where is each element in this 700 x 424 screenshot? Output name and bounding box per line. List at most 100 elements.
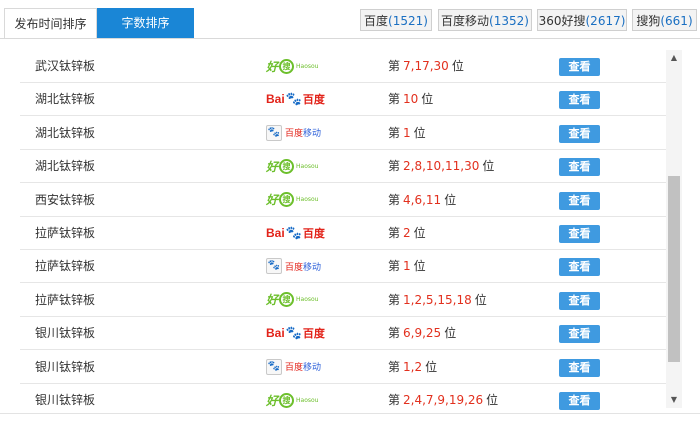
keyword: 银川钛锌板 bbox=[35, 393, 96, 407]
tab-bar: 发布时间排序 字数排序 百度(1521) 百度移动(1352) 360好搜(26… bbox=[0, 0, 700, 40]
keyword: 拉萨钛锌板 bbox=[35, 292, 96, 307]
rank-numbers: 6,9,25 bbox=[403, 326, 442, 341]
table-row: 拉萨钛锌板 🐾 百度移动 第1位 查看 bbox=[0, 250, 666, 284]
rank-positions: 第1位 bbox=[388, 250, 426, 283]
baidu-mobile-logo-icon: 🐾 百度移动 bbox=[266, 258, 322, 275]
rank-prefix: 第 bbox=[388, 192, 401, 207]
keyword: 拉萨钛锌板 bbox=[35, 226, 96, 240]
view-button[interactable]: 查看 bbox=[559, 291, 600, 310]
view-button[interactable]: 查看 bbox=[559, 358, 600, 377]
rank-numbers: 2,4,7,9,19,26 bbox=[403, 393, 484, 407]
tab-publish-time-sort[interactable]: 发布时间排序 bbox=[4, 8, 97, 38]
rank-prefix: 第 bbox=[388, 359, 401, 374]
rank-suffix: 位 bbox=[421, 92, 434, 107]
rank-prefix: 第 bbox=[388, 159, 401, 174]
scroll-up-arrow-icon[interactable]: ▲ bbox=[666, 50, 682, 66]
table-row: 拉萨钛锌板 Bai 🐾 百度 第2位 查看 bbox=[0, 217, 666, 250]
rank-prefix: 第 bbox=[388, 226, 401, 240]
divider bbox=[0, 38, 700, 39]
table-row: 拉萨钛锌板 好搜 Haosou 第 1,2,5,15,18 位 查看 bbox=[0, 284, 666, 317]
engine-label: 搜狗 bbox=[636, 14, 661, 28]
haosou-logo-icon: 好搜 Haosou bbox=[266, 292, 319, 308]
haosou-logo-icon: 好搜 Haosou bbox=[266, 58, 319, 74]
rank-suffix: 位 bbox=[444, 326, 457, 341]
rank-positions: 第 10 位 bbox=[388, 83, 433, 116]
scrollbar-thumb[interactable] bbox=[668, 176, 680, 362]
table-row: 银川钛锌板 好搜 Haosou 第 2,4,7,9,19,26 位 查看 bbox=[0, 384, 666, 410]
view-button[interactable]: 查看 bbox=[559, 158, 600, 177]
keyword: 湖北钛锌板 bbox=[35, 92, 96, 107]
rank-prefix: 第 bbox=[388, 59, 401, 73]
baidu-mobile-logo-icon: 🐾 百度移动 bbox=[266, 358, 322, 375]
table-row: 西安钛锌板 好搜 Haosou 第 4,6,11 位 查看 bbox=[0, 184, 666, 217]
engine-filter-baidu[interactable]: 百度(1521) bbox=[360, 9, 432, 31]
baidu-logo-icon: Bai 🐾 百度 bbox=[266, 91, 325, 107]
keyword: 湖北钛锌板 bbox=[35, 125, 96, 140]
view-button[interactable]: 查看 bbox=[559, 225, 600, 243]
rank-suffix: 位 bbox=[486, 393, 499, 407]
rank-prefix: 第 bbox=[388, 259, 401, 274]
rank-numbers: 1 bbox=[403, 125, 411, 140]
rank-suffix: 位 bbox=[482, 159, 495, 174]
engine-count: (661) bbox=[660, 14, 693, 28]
rank-numbers: 2,8,10,11,30 bbox=[403, 159, 480, 174]
rank-numbers: 7,17,30 bbox=[403, 59, 449, 73]
engine-count: (1352) bbox=[489, 14, 529, 28]
rank-positions: 第 2,4,7,9,19,26 位 bbox=[388, 384, 498, 410]
ranking-list: 武汉钛锌板 好搜 Haosou 第 7,17,30 位 查看 湖北钛锌板 Bai 🐾 百度… bbox=[0, 48, 666, 410]
view-button[interactable]: 查看 bbox=[559, 258, 600, 277]
view-button[interactable]: 查看 bbox=[559, 124, 600, 143]
rank-positions: 第 2,8,10,11,30 位 bbox=[388, 150, 494, 183]
table-row: 湖北钛锌板 Bai 🐾 百度 第 10 位 查看 bbox=[0, 83, 666, 117]
rank-numbers: 1,2 bbox=[403, 359, 423, 374]
baidu-logo-icon: Bai 🐾 百度 bbox=[266, 325, 325, 341]
rank-suffix: 位 bbox=[413, 226, 426, 240]
view-button[interactable]: 查看 bbox=[559, 191, 600, 210]
keyword: 武汉钛锌板 bbox=[35, 59, 96, 73]
rank-prefix: 第 bbox=[388, 393, 401, 407]
keyword: 拉萨钛锌板 bbox=[35, 259, 96, 274]
rank-numbers: 10 bbox=[403, 92, 419, 107]
baidu-mobile-logo-icon: 🐾 百度移动 bbox=[266, 124, 322, 141]
rank-numbers: 1 bbox=[403, 259, 411, 274]
rank-positions: 第 1,2 位 bbox=[388, 351, 437, 384]
tab-word-count-sort[interactable]: 字数排序 bbox=[97, 8, 194, 38]
view-button[interactable]: 查看 bbox=[559, 325, 600, 344]
table-row: 银川钛锌板 Bai 🐾 百度 第 6,9,25 位 查看 bbox=[0, 317, 666, 351]
rank-prefix: 第 bbox=[388, 326, 401, 341]
scroll-down-arrow-icon[interactable]: ▼ bbox=[666, 392, 682, 408]
scrollbar[interactable]: ▲ ▼ bbox=[666, 50, 682, 408]
engine-label: 百度 bbox=[364, 14, 389, 28]
baidu-logo-icon: Bai 🐾 百度 bbox=[266, 225, 325, 241]
rank-suffix: 位 bbox=[451, 59, 464, 73]
table-row: 银川钛锌板 🐾 百度移动 第 1,2 位 查看 bbox=[0, 351, 666, 384]
rank-suffix: 位 bbox=[474, 292, 487, 307]
haosou-logo-icon: 好搜 Haosou bbox=[266, 392, 319, 408]
table-row: 武汉钛锌板 好搜 Haosou 第 7,17,30 位 查看 bbox=[0, 50, 666, 83]
view-button[interactable]: 查看 bbox=[559, 58, 600, 76]
divider bbox=[0, 413, 700, 414]
rank-positions: 第1位 bbox=[388, 117, 426, 150]
engine-count: (2617) bbox=[585, 14, 626, 28]
keyword: 西安钛锌板 bbox=[35, 192, 96, 207]
rank-positions: 第2位 bbox=[388, 217, 426, 250]
rank-prefix: 第 bbox=[388, 92, 401, 107]
rank-numbers: 1,2,5,15,18 bbox=[403, 292, 472, 307]
engine-filter-baidu-mobile[interactable]: 百度移动(1352) bbox=[438, 9, 532, 31]
table-row: 湖北钛锌板 🐾 百度移动 第1位 查看 bbox=[0, 117, 666, 150]
rank-suffix: 位 bbox=[413, 259, 426, 274]
haosou-logo-icon: 好搜 Haosou bbox=[266, 192, 319, 208]
rank-suffix: 位 bbox=[444, 192, 457, 207]
engine-filter-sogou[interactable]: 搜狗(661) bbox=[632, 9, 697, 31]
rank-positions: 第 1,2,5,15,18 位 bbox=[388, 284, 487, 317]
engine-filter-360-haosou[interactable]: 360好搜(2617) bbox=[537, 9, 627, 31]
engine-count: (1521) bbox=[388, 14, 428, 28]
keyword: 银川钛锌板 bbox=[35, 326, 96, 341]
rank-prefix: 第 bbox=[388, 125, 401, 140]
table-row: 湖北钛锌板 好搜 Haosou 第 2,8,10,11,30 位 查看 bbox=[0, 150, 666, 184]
view-button[interactable]: 查看 bbox=[559, 91, 600, 110]
view-button[interactable]: 查看 bbox=[559, 392, 600, 410]
keyword: 湖北钛锌板 bbox=[35, 159, 96, 174]
rank-positions: 第 7,17,30 位 bbox=[388, 50, 464, 83]
rank-suffix: 位 bbox=[413, 125, 426, 140]
